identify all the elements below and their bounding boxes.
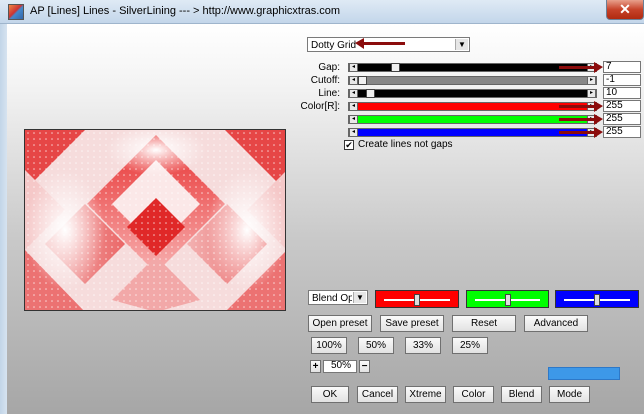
blend-red-slider[interactable]	[375, 290, 459, 308]
blend-button[interactable]: Blend	[501, 386, 542, 403]
color-red-value[interactable]: 255	[603, 100, 641, 112]
window-frame-left	[0, 24, 7, 414]
color-red-pointer-arrow	[559, 101, 603, 112]
save-preset-button[interactable]: Save preset	[380, 315, 444, 332]
color-label: Color[R]:	[300, 101, 340, 112]
ok-button[interactable]: OK	[311, 386, 349, 403]
open-preset-button[interactable]: Open preset	[308, 315, 372, 332]
cutoff-slider-right-button[interactable]: ▸	[587, 76, 596, 85]
dialog-client-area: Dotty Grid ▼ Gap: ◂ ▸ 7 Cutoff: ◂ ▸ -1 L…	[7, 24, 644, 414]
color-blue-slider-left-button[interactable]: ◂	[349, 128, 358, 137]
gap-slider-thumb[interactable]	[391, 63, 400, 72]
color-green-pointer-arrow	[559, 114, 603, 125]
title-bar: AP [Lines] Lines - SilverLining --- > ht…	[0, 0, 644, 24]
gap-slider-left-button[interactable]: ◂	[349, 63, 358, 72]
blend-options-select[interactable]: Blend Opti ▼	[308, 290, 368, 305]
color-swatch-bar	[548, 367, 620, 380]
line-slider-thumb[interactable]	[366, 89, 375, 98]
gap-value[interactable]: 7	[603, 61, 641, 73]
blend-green-slider-handle[interactable]	[505, 294, 511, 306]
mode-button[interactable]: Mode	[549, 386, 590, 403]
line-value[interactable]: 10	[603, 87, 641, 99]
zoom-33-button[interactable]: 33%	[405, 337, 441, 354]
line-slider-right-button[interactable]: ▸	[587, 89, 596, 98]
reset-button[interactable]: Reset	[452, 315, 516, 332]
chevron-down-icon: ▼	[455, 39, 468, 50]
chevron-down-icon: ▼	[353, 292, 366, 303]
cutoff-label: Cutoff:	[310, 75, 340, 86]
color-blue-value[interactable]: 255	[603, 126, 641, 138]
zoom-50-button[interactable]: 50%	[358, 337, 394, 354]
zoom-value[interactable]: 50%	[323, 360, 357, 373]
zoom-in-button[interactable]: +	[310, 360, 321, 373]
cutoff-slider-left-button[interactable]: ◂	[349, 76, 358, 85]
app-icon	[8, 4, 24, 20]
zoom-25-button[interactable]: 25%	[452, 337, 488, 354]
gap-label: Gap:	[318, 62, 340, 73]
xtreme-button[interactable]: Xtreme	[405, 386, 446, 403]
color-blue-pointer-arrow	[559, 127, 603, 138]
blend-green-slider[interactable]	[466, 290, 549, 308]
gap-pointer-arrow	[559, 62, 603, 73]
blend-blue-slider[interactable]	[555, 290, 639, 308]
cutoff-slider-thumb[interactable]	[358, 76, 367, 85]
advanced-button[interactable]: Advanced	[524, 315, 588, 332]
color-red-slider-left-button[interactable]: ◂	[349, 102, 358, 111]
blend-options-value: Blend Opti	[312, 293, 352, 304]
line-slider[interactable]: ◂ ▸	[348, 89, 597, 98]
create-lines-checkbox[interactable]: ✔	[344, 140, 354, 150]
preview-image	[24, 129, 286, 311]
preset-pointer-arrow	[355, 38, 405, 49]
create-lines-label: Create lines not gaps	[358, 139, 453, 150]
cutoff-slider[interactable]: ◂ ▸	[348, 76, 597, 85]
blend-blue-slider-handle[interactable]	[594, 294, 600, 306]
cancel-button[interactable]: Cancel	[357, 386, 398, 403]
close-icon: ✕	[619, 1, 631, 17]
zoom-out-button[interactable]: −	[359, 360, 370, 373]
zoom-100-button[interactable]: 100%	[311, 337, 347, 354]
line-slider-left-button[interactable]: ◂	[349, 89, 358, 98]
color-green-slider-left-button[interactable]: ◂	[349, 115, 358, 124]
line-label: Line:	[318, 88, 340, 99]
blend-red-slider-handle[interactable]	[414, 294, 420, 306]
close-button[interactable]: ✕	[606, 0, 644, 20]
cutoff-value[interactable]: -1	[603, 74, 641, 86]
window-title: AP [Lines] Lines - SilverLining --- > ht…	[30, 5, 341, 17]
color-green-value[interactable]: 255	[603, 113, 641, 125]
preset-select-value: Dotty Grid	[311, 40, 357, 51]
color-button[interactable]: Color	[453, 386, 494, 403]
